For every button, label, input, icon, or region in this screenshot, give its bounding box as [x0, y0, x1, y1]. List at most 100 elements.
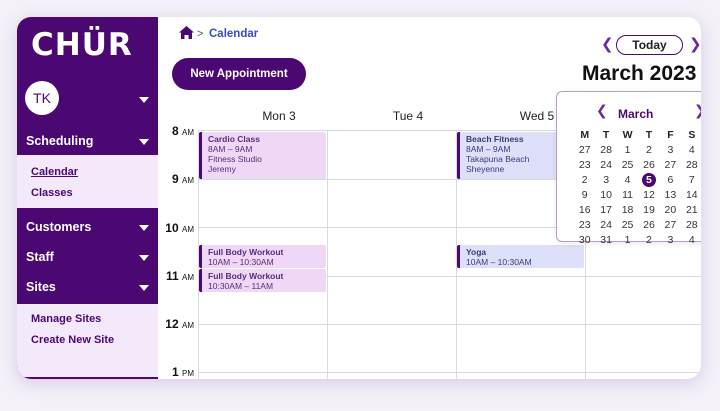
mini-calendar-day[interactable]: 30	[574, 233, 595, 248]
mini-calendar-day[interactable]: 14	[681, 188, 701, 203]
home-icon[interactable]	[179, 26, 194, 39]
mini-calendar-day[interactable]: 28	[681, 218, 701, 233]
mini-calendar-day[interactable]: 27	[660, 158, 681, 173]
mini-calendar-day[interactable]: 1	[617, 143, 638, 158]
page-title: March 2023	[582, 62, 697, 85]
mini-next-chevron-right-icon[interactable]: ❯	[694, 102, 701, 119]
mini-calendar-day[interactable]: 20	[660, 203, 681, 218]
day-number: 17	[600, 204, 612, 216]
mini-calendar-day[interactable]: 11	[617, 188, 638, 203]
weekday-label: W	[622, 129, 633, 141]
mini-calendar-day[interactable]: 10	[595, 188, 616, 203]
mini-calendar-day[interactable]: 26	[638, 218, 659, 233]
day-number: 24	[600, 219, 612, 231]
mini-calendar-day[interactable]: 24	[595, 158, 616, 173]
previous-chevron-left-icon[interactable]: ❮	[601, 35, 614, 53]
day-number: 1	[624, 144, 631, 156]
mini-calendar-day[interactable]: 21	[681, 203, 701, 218]
mini-calendar-day[interactable]: 7	[681, 173, 701, 188]
mini-calendar-day[interactable]: 13	[660, 188, 681, 203]
event-yoga[interactable]: Yoga 10AM – 10:30AM	[457, 245, 584, 268]
day-number: 7	[688, 174, 695, 186]
grid-line	[198, 324, 701, 325]
sidebar-item-customers[interactable]: Customers	[26, 220, 91, 234]
user-menu-chevron-down-icon[interactable]	[139, 97, 149, 103]
day-number: 27	[578, 144, 591, 156]
mini-calendar-weekdays: MTWTFSS	[574, 128, 701, 143]
mini-calendar-month: March	[618, 107, 654, 121]
sidebar-item-staff[interactable]: Staff	[26, 250, 54, 264]
mini-calendar-day[interactable]: 18	[617, 203, 638, 218]
day-number: 19	[643, 204, 655, 216]
mini-calendar-day[interactable]: 24	[595, 218, 616, 233]
mini-calendar-day[interactable]: 12	[638, 188, 659, 203]
event-full-body-workout-2[interactable]: Full Body Workout 10:30AM – 11AM	[199, 269, 326, 292]
mini-calendar-week: 23242526272829	[574, 218, 701, 233]
sites-chevron-down-icon[interactable]	[139, 285, 149, 291]
mini-calendar-day[interactable]: 27	[574, 143, 595, 158]
sidebar-item-manage-sites[interactable]: Manage Sites	[31, 313, 101, 325]
sidebar-item-classes[interactable]: Classes	[31, 187, 73, 199]
sidebar-item-scheduling[interactable]: Scheduling	[26, 134, 93, 148]
mini-calendar-day[interactable]: 16	[574, 203, 595, 218]
day-number: 11	[622, 189, 633, 201]
mini-calendar-day[interactable]: 25	[617, 218, 638, 233]
mini-calendar-week: 16171819202122	[574, 203, 701, 218]
event-full-body-workout-1[interactable]: Full Body Workout 10AM – 10:30AM	[199, 245, 326, 268]
mini-calendar-day[interactable]: 2	[574, 173, 595, 188]
mini-calendar-day[interactable]: 2	[638, 233, 659, 248]
mini-calendar-day[interactable]: 6	[660, 173, 681, 188]
mini-calendar-day[interactable]: 4	[681, 233, 701, 248]
time-label-10am: 10 AM	[165, 221, 194, 235]
mini-calendar-day[interactable]: 19	[638, 203, 659, 218]
mini-calendar-day[interactable]: 3	[595, 173, 616, 188]
day-number: 4	[688, 234, 695, 246]
time-label-11am: 11 AM	[165, 269, 194, 283]
mini-calendar-day[interactable]: 17	[595, 203, 616, 218]
mini-prev-chevron-left-icon[interactable]: ❮	[596, 102, 608, 119]
mini-calendar-day[interactable]: 31	[595, 233, 616, 248]
event-time: 10:30AM – 11AM	[208, 281, 274, 291]
mini-calendar-day[interactable]: 9	[574, 188, 595, 203]
mini-calendar-day-selected[interactable]: 5	[638, 173, 659, 188]
event-cardio-class[interactable]: Cardio Class 8AM – 9AM Fitness Studio Je…	[199, 132, 326, 179]
day-number: 20	[664, 204, 677, 216]
event-instructor: Jeremy	[208, 164, 236, 174]
breadcrumb-current[interactable]: Calendar	[209, 28, 258, 40]
user-avatar[interactable]: TK	[25, 81, 59, 115]
mini-calendar-day[interactable]: 2	[638, 143, 659, 158]
mini-calendar-day[interactable]: 25	[617, 158, 638, 173]
today-button[interactable]: Today	[616, 35, 683, 55]
sidebar-item-sites[interactable]: Sites	[26, 280, 56, 294]
day-number: 6	[667, 174, 674, 186]
mini-calendar-week: 303112345	[574, 233, 701, 248]
mini-calendar-day[interactable]: 1	[617, 233, 638, 248]
day-number: 2	[646, 144, 652, 156]
sidebar-item-calendar[interactable]: Calendar	[31, 166, 78, 178]
scheduling-chevron-down-icon[interactable]	[139, 139, 149, 145]
mini-calendar-day[interactable]: 28	[681, 158, 701, 173]
mini-calendar-day[interactable]: 27	[660, 218, 681, 233]
mini-calendar-day[interactable]: 26	[638, 158, 659, 173]
sidebar-item-create-new-site[interactable]: Create New Site	[31, 334, 114, 346]
day-number: 28	[685, 219, 698, 231]
time-label-8am: 8 AM	[171, 124, 194, 138]
mini-calendar-day[interactable]: 4	[617, 173, 638, 188]
customers-chevron-down-icon[interactable]	[139, 225, 149, 231]
time-label-12am: 12 AM	[165, 317, 194, 331]
new-appointment-button[interactable]: New Appointment	[172, 58, 306, 90]
mini-calendar-day[interactable]: 23	[574, 158, 595, 173]
mini-calendar-day[interactable]: 23	[574, 218, 595, 233]
next-chevron-right-icon[interactable]: ❯	[689, 35, 701, 53]
time-label-9am: 9 AM	[171, 172, 194, 186]
app-logo: CHÜR	[31, 27, 133, 63]
day-number: 3	[603, 174, 610, 186]
mini-calendar-day[interactable]: 3	[660, 143, 681, 158]
staff-chevron-down-icon[interactable]	[139, 255, 149, 261]
sites-submenu: Manage Sites Create New Site	[17, 304, 158, 377]
weekday-label: T	[602, 129, 610, 141]
day-number: 24	[600, 159, 612, 171]
mini-calendar-day[interactable]: 3	[660, 233, 681, 248]
mini-calendar-day[interactable]: 4	[681, 143, 701, 158]
mini-calendar-day[interactable]: 28	[595, 143, 616, 158]
